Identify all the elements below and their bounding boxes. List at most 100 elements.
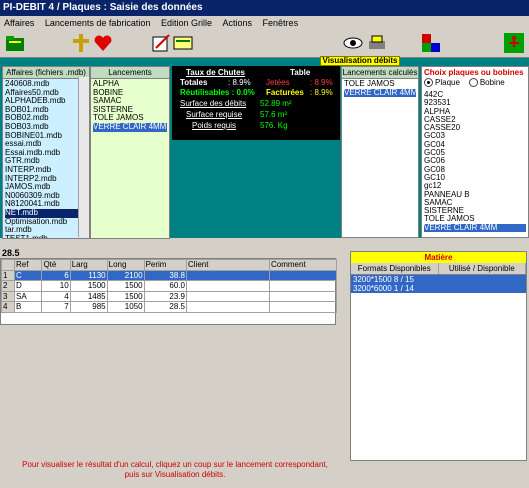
color-blocks-icon[interactable]	[420, 32, 442, 54]
grid-cell-comment[interactable]	[269, 290, 337, 302]
grid-column-header[interactable]: Client	[186, 259, 270, 271]
grid-column-header[interactable]: Larg	[69, 259, 108, 271]
grid-cell-larg[interactable]: 1485	[69, 290, 108, 302]
plaque-item[interactable]: PANNEAU B	[424, 191, 526, 199]
plaque-item[interactable]: GC06	[424, 157, 526, 165]
menu-lancements[interactable]: Lancements de fabrication	[41, 16, 155, 28]
grid-cell-long[interactable]: 1500	[106, 290, 145, 302]
plaque-item[interactable]: VERRE CLAIR 4MM	[424, 223, 526, 233]
lancement-item[interactable]: TOLE JAMOS	[93, 114, 167, 123]
grid-cell-ref[interactable]: B	[13, 301, 43, 313]
bobine-radio[interactable]	[468, 78, 478, 88]
calcule-item[interactable]: VERRE CLAIR 4MM	[344, 88, 416, 98]
grid-cell-qte[interactable]: 4	[41, 290, 71, 302]
grid-cell-perim[interactable]: 60.0	[143, 280, 188, 292]
plaque-item[interactable]: GC08	[424, 166, 526, 174]
folder-icon[interactable]	[4, 32, 26, 54]
lancement-item[interactable]: VERRE CLAIR 4MM	[93, 122, 167, 132]
menu-affaires[interactable]: Affaires	[0, 16, 38, 28]
eye-icon[interactable]	[342, 32, 364, 54]
exit-icon[interactable]	[503, 32, 525, 54]
plaque-item[interactable]: GC03	[424, 132, 526, 140]
grid-cell-perim[interactable]: 23.9	[143, 290, 188, 302]
affaire-item[interactable]: BOB01.mdb	[5, 106, 87, 115]
plaque-item[interactable]: 923531	[424, 99, 526, 107]
grid-row[interactable]: 2 D 10 1500 1500 60.0	[1, 280, 337, 292]
affaire-item[interactable]: Essai.mdb.mdb	[5, 149, 87, 158]
grid-cell-comment[interactable]	[269, 269, 337, 281]
grid-row[interactable]: 4 B 7 985 1050 28.5	[1, 301, 337, 313]
grid-cell-perim[interactable]: 38.8	[143, 269, 188, 281]
grid-cell-comment[interactable]	[269, 301, 337, 313]
grid-row[interactable]: 1 C 6 1130 2100 38.8	[1, 269, 337, 281]
grid-cell-larg[interactable]: 1500	[69, 280, 108, 292]
menu-fenetres[interactable]: Fenêtres	[259, 16, 303, 28]
plaque-item[interactable]: TOLE JAMOS	[424, 215, 526, 223]
affaire-item[interactable]: ALPHADEB.mdb	[5, 97, 87, 106]
affaire-item[interactable]: INTERP2.mdb	[5, 175, 87, 184]
grid-cell-larg[interactable]: 985	[69, 301, 108, 313]
affaire-item[interactable]: tar.mdb	[5, 226, 87, 235]
grid-cell-num[interactable]: 1	[1, 269, 15, 281]
grid-cell-ref[interactable]: D	[13, 280, 43, 292]
affaire-item[interactable]: TEST1.mdb	[5, 235, 87, 238]
plaque-item[interactable]: CASSE20	[424, 124, 526, 132]
grid-cell-client[interactable]	[186, 301, 270, 313]
plaque-radio[interactable]	[424, 78, 433, 88]
affaire-item[interactable]: Affaires50.mdb	[5, 89, 87, 98]
affaire-item[interactable]: INTERP.mdb	[5, 166, 87, 175]
grid-column-header[interactable]: Long	[106, 259, 145, 271]
affaire-item[interactable]: NET.mdb	[5, 208, 87, 218]
lancement-item[interactable]: ALPHA	[93, 80, 167, 89]
menu-actions[interactable]: Actions	[219, 16, 257, 28]
plaque-item[interactable]: GC05	[424, 149, 526, 157]
grid-cell-num[interactable]: 4	[1, 301, 15, 313]
grid-column-header[interactable]: Perim	[143, 259, 188, 271]
grid-cell-qte[interactable]: 6	[41, 269, 71, 281]
plaque-item[interactable]: gc12	[424, 182, 526, 190]
plaque-item[interactable]: GC10	[424, 174, 526, 182]
affaire-item[interactable]: 240608.mdb	[5, 80, 87, 89]
grid-cell-long[interactable]: 1050	[106, 301, 145, 313]
grid-cell-client[interactable]	[186, 290, 270, 302]
visualisation-debits-button[interactable]: Visualisation débits	[320, 56, 400, 66]
affaire-item[interactable]: Optimisation.mdb	[5, 218, 87, 227]
grid-cell-client[interactable]	[186, 280, 270, 292]
plaque-item[interactable]: SAMAC	[424, 199, 526, 207]
grid-cell-client[interactable]	[186, 269, 270, 281]
affaire-item[interactable]: GTR.mdb	[5, 157, 87, 166]
grid-cell-qte[interactable]: 10	[41, 280, 71, 292]
grid-cell-long[interactable]: 1500	[106, 280, 145, 292]
lancement-item[interactable]: SAMAC	[93, 97, 167, 106]
grid-cell-long[interactable]: 2100	[106, 269, 145, 281]
grid-cell-ref[interactable]: SA	[13, 290, 43, 302]
matiere-format-row[interactable]: 3200*1500 8 / 15	[351, 275, 526, 284]
affaire-item[interactable]: N0060309.mdb	[5, 192, 87, 201]
plaque-item[interactable]: 442C	[424, 91, 526, 99]
grid-cell-perim[interactable]: 28.5	[143, 301, 188, 313]
printer-icon[interactable]	[366, 32, 388, 54]
menu-edition-grille[interactable]: Edition Grille	[157, 16, 216, 28]
lancement-item[interactable]: SISTERNE	[93, 106, 167, 115]
calcule-item[interactable]: TOLE JAMOS	[344, 80, 416, 89]
affaire-item[interactable]: BOBINE01.mdb	[5, 132, 87, 141]
affaire-item[interactable]: essai.mdb	[5, 140, 87, 149]
grid-cell-larg[interactable]: 1130	[69, 269, 108, 281]
grid-cell-num[interactable]: 2	[1, 280, 15, 292]
grid-cell-ref[interactable]: C	[13, 269, 43, 281]
plaque-item[interactable]: ALPHA	[424, 108, 526, 116]
grid-cell-comment[interactable]	[269, 280, 337, 292]
plaque-item[interactable]: SISTERNE	[424, 207, 526, 215]
edit-icon[interactable]	[150, 32, 172, 54]
grid-column-header[interactable]: Ref	[13, 259, 43, 271]
grid-column-header[interactable]: Qté	[41, 259, 71, 271]
plaque-item[interactable]: CASSE2	[424, 116, 526, 124]
grid-row[interactable]: 3 SA 4 1485 1500 23.9	[1, 290, 337, 302]
heart-icon[interactable]	[92, 32, 114, 54]
affaires-scrollbar[interactable]	[78, 77, 89, 237]
grid-cell-qte[interactable]: 7	[41, 301, 71, 313]
grid-cell-num[interactable]: 3	[1, 290, 15, 302]
affaire-item[interactable]: JAMOS.mdb	[5, 183, 87, 192]
matiere-format-row[interactable]: 3200*6000 1 / 14	[351, 284, 526, 293]
affaire-item[interactable]: BOB03.mdb	[5, 123, 87, 132]
